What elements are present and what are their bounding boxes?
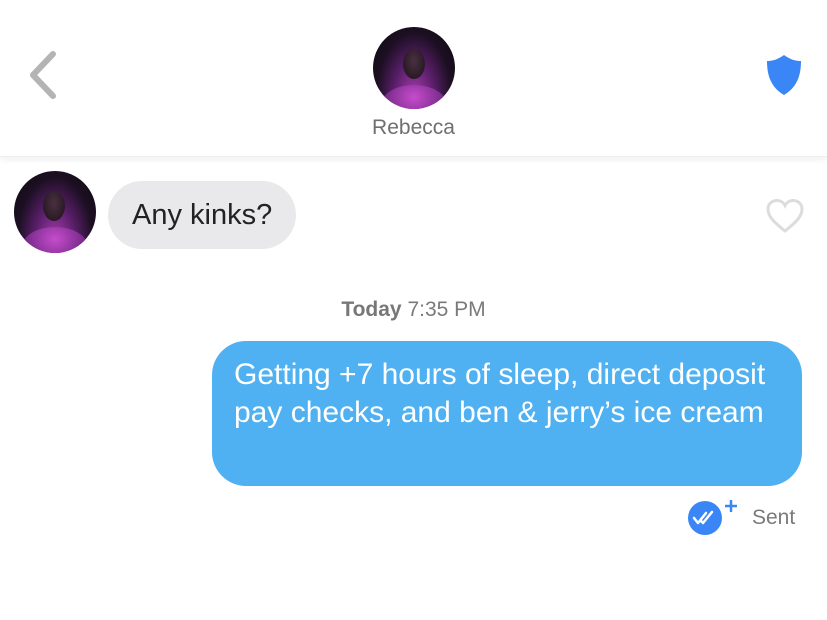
read-receipt-button[interactable] — [687, 497, 737, 537]
outgoing-message-bubble: Getting +7 hours of sleep, direct deposi… — [212, 341, 802, 486]
sender-avatar[interactable] — [14, 171, 96, 253]
heart-outline-icon — [766, 198, 804, 233]
chat-header: Rebecca — [0, 0, 827, 157]
like-button[interactable] — [765, 198, 805, 234]
chevron-left-icon — [30, 51, 56, 99]
shield-icon — [767, 55, 801, 95]
message-timestamp: Today 7:35 PM — [0, 298, 827, 322]
profile-avatar[interactable] — [373, 27, 455, 109]
timestamp-day: Today — [341, 298, 402, 321]
safety-button[interactable] — [765, 53, 803, 97]
read-receipt-plus-icon — [688, 500, 737, 535]
back-button[interactable] — [27, 50, 61, 100]
incoming-message-bubble: Any kinks? — [108, 181, 297, 249]
timestamp-time: 7:35 PM — [407, 298, 486, 321]
outgoing-message-text: Getting +7 hours of sleep, direct deposi… — [234, 358, 766, 429]
profile-name[interactable]: Rebecca — [0, 116, 827, 140]
message-status: Sent — [752, 506, 796, 529]
